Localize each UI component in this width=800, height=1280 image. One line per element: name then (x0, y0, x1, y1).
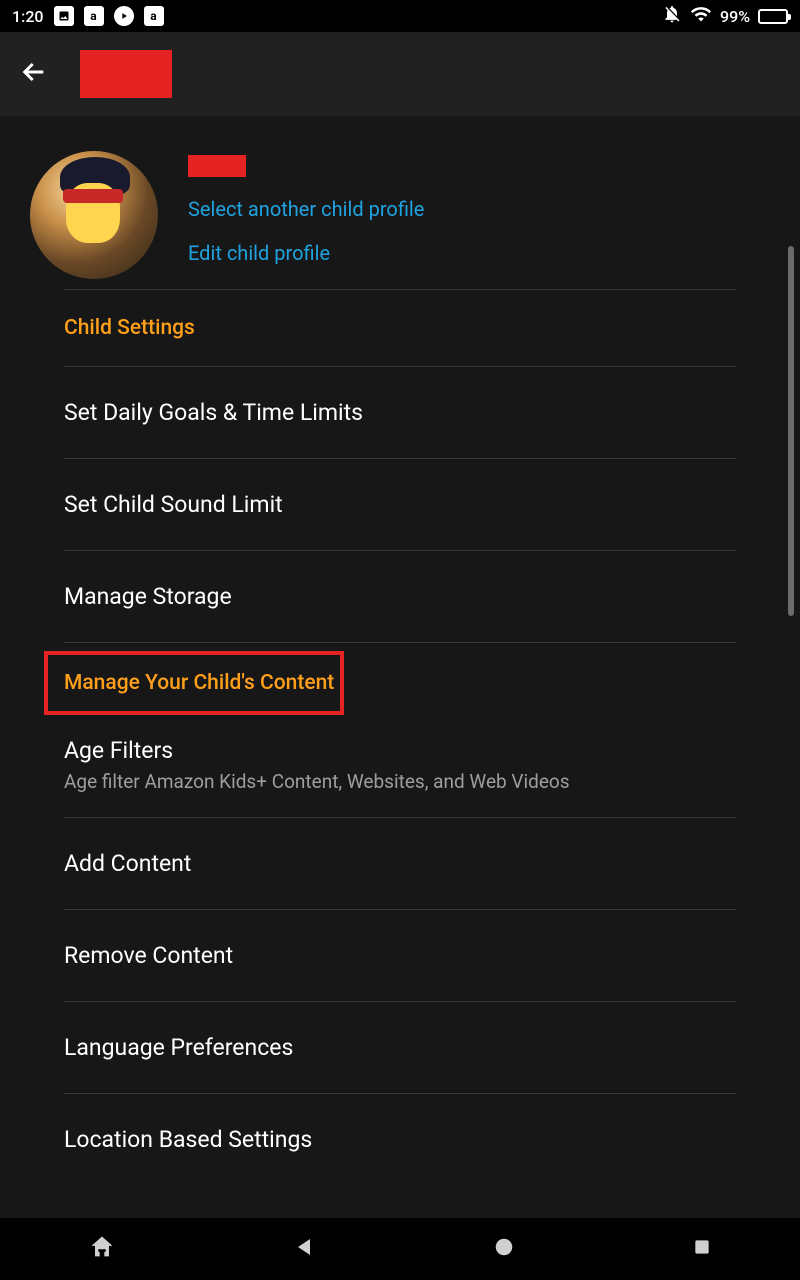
child-name-redacted (188, 155, 246, 177)
list-item-sub: Age filter Amazon Kids+ Content, Website… (64, 770, 736, 793)
nav-back-icon[interactable] (293, 1235, 317, 1263)
nav-home-icon[interactable] (88, 1233, 116, 1265)
status-bar: 1:20 a a 99% (0, 0, 800, 32)
system-nav-bar (0, 1218, 800, 1280)
page-title-redacted (80, 50, 172, 98)
list-item-label: Location Based Settings (64, 1126, 736, 1153)
location-based-settings-item[interactable]: Location Based Settings (64, 1094, 736, 1163)
battery-icon (758, 9, 788, 24)
list-item-label: Language Preferences (64, 1034, 736, 1061)
amazon-icon: a (84, 6, 104, 26)
app-bar (0, 32, 800, 116)
battery-percent: 99% (720, 7, 750, 26)
nav-home-circle-icon[interactable] (493, 1236, 515, 1262)
child-settings-header: Child Settings (64, 290, 736, 366)
manage-storage-item[interactable]: Manage Storage (64, 551, 736, 642)
child-avatar[interactable] (30, 151, 158, 279)
nav-recent-icon[interactable] (692, 1237, 712, 1261)
remove-content-item[interactable]: Remove Content (64, 910, 736, 1001)
list-item-label: Set Daily Goals & Time Limits (64, 399, 736, 426)
status-time: 1:20 (12, 7, 44, 26)
profile-section: Select another child profile Edit child … (0, 116, 800, 289)
edit-child-profile-link[interactable]: Edit child profile (188, 241, 424, 265)
dnd-icon (662, 4, 682, 28)
settings-list: Child Settings Set Daily Goals & Time Li… (0, 289, 800, 1163)
wifi-icon (690, 3, 712, 29)
list-item-label: Set Child Sound Limit (64, 491, 736, 518)
manage-content-header: Manage Your Child's Content (44, 651, 344, 715)
list-item-label: Age Filters (64, 737, 736, 764)
set-daily-goals-item[interactable]: Set Daily Goals & Time Limits (64, 367, 736, 458)
content-scroll[interactable]: Select another child profile Edit child … (0, 116, 800, 1218)
select-another-profile-link[interactable]: Select another child profile (188, 197, 424, 221)
language-preferences-item[interactable]: Language Preferences (64, 1002, 736, 1093)
back-button[interactable] (18, 56, 50, 92)
list-item-label: Add Content (64, 850, 736, 877)
age-filters-item[interactable]: Age Filters Age filter Amazon Kids+ Cont… (64, 719, 736, 817)
add-content-item[interactable]: Add Content (64, 818, 736, 909)
photos-icon (54, 6, 74, 26)
scrollbar[interactable] (788, 246, 794, 616)
amazon-icon-2: a (144, 6, 164, 26)
play-icon (114, 6, 134, 26)
list-item-label: Remove Content (64, 942, 736, 969)
list-item-label: Manage Storage (64, 583, 736, 610)
set-child-sound-limit-item[interactable]: Set Child Sound Limit (64, 459, 736, 550)
